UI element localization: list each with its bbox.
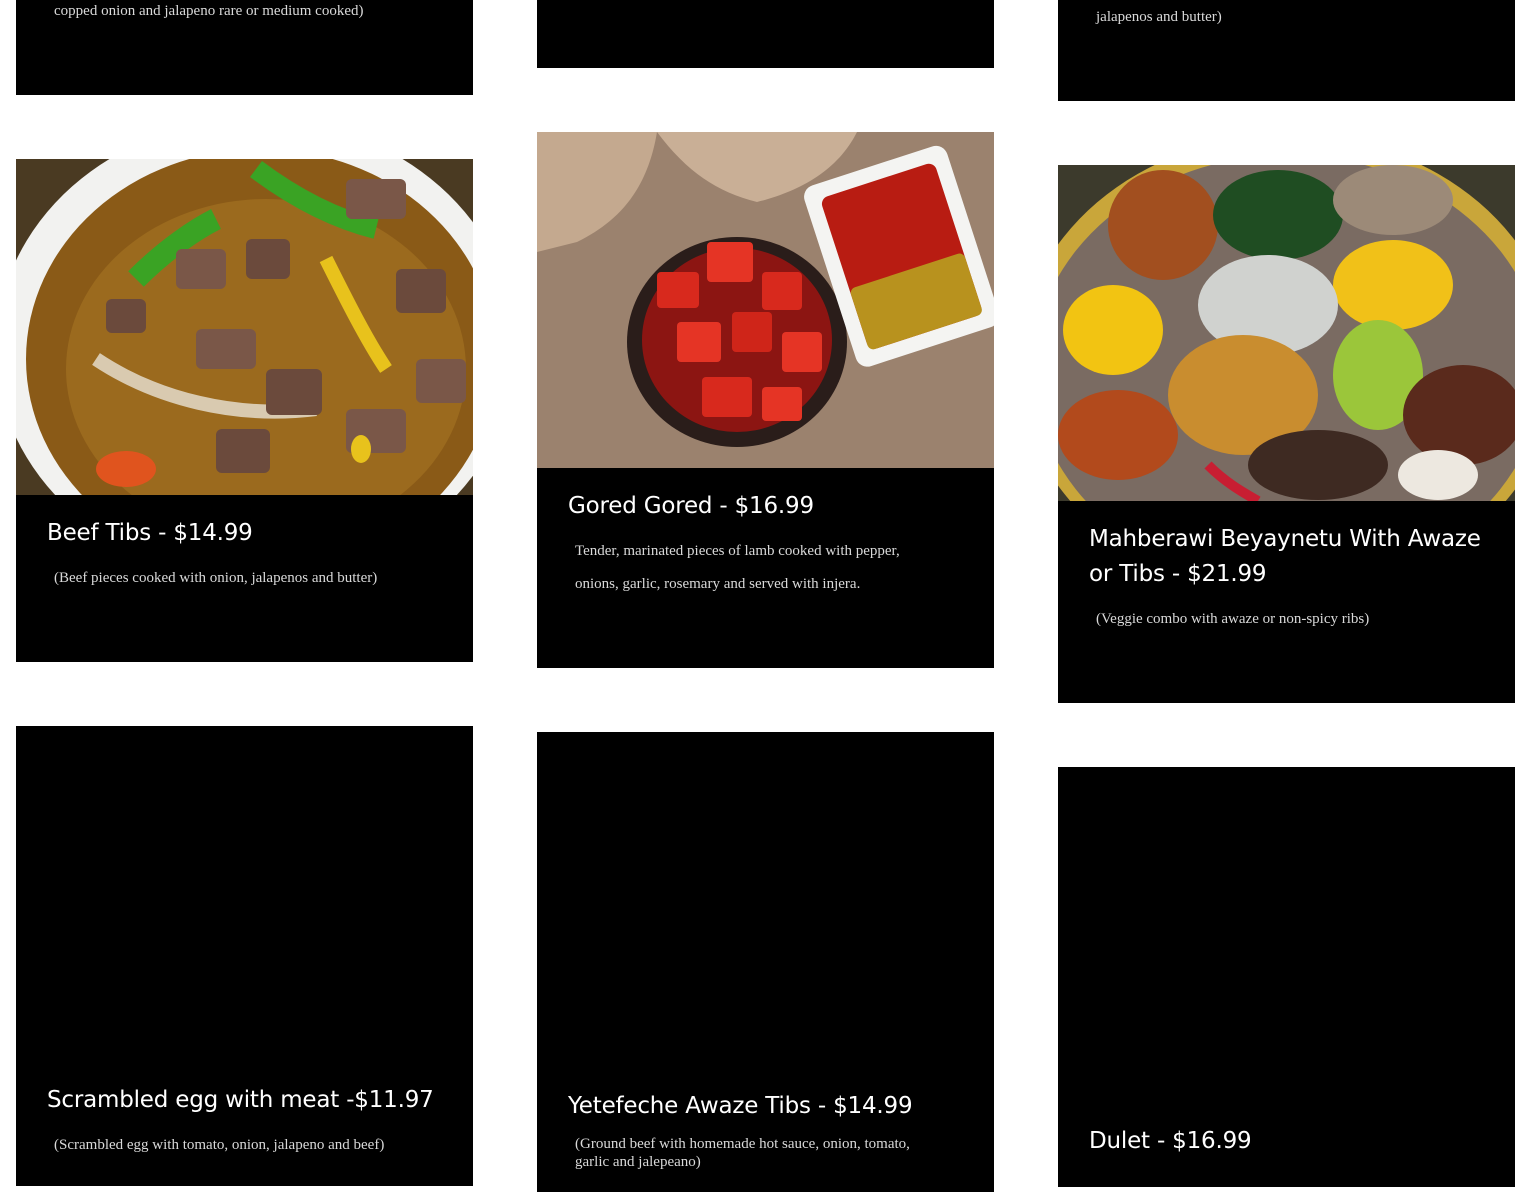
menu-item-description-line-2: onions, garlic, rosemary and served with… bbox=[575, 576, 861, 592]
menu-item-description: jalapenos and butter) bbox=[1096, 9, 1222, 25]
menu-card-scrambled-egg[interactable]: Scrambled egg with meat -$11.97 (Scrambl… bbox=[16, 726, 473, 1186]
beef-tibs-photo bbox=[16, 159, 473, 495]
gored-gored-photo bbox=[537, 132, 994, 468]
menu-card-top-3: jalapenos and butter) bbox=[1058, 0, 1515, 101]
menu-item-title: Gored Gored - $16.99 bbox=[568, 493, 814, 519]
menu-card-gored-gored[interactable]: Gored Gored - $16.99 Tender, marinated p… bbox=[537, 132, 994, 668]
menu-card-beef-tibs[interactable]: Beef Tibs - $14.99 (Beef pieces cooked w… bbox=[16, 159, 473, 662]
menu-item-description: (Veggie combo with awaze or non-spicy ri… bbox=[1096, 611, 1370, 627]
menu-item-description: (Scrambled egg with tomato, onion, jalap… bbox=[54, 1137, 385, 1153]
menu-item-description-line-1: Tender, marinated pieces of lamb cooked … bbox=[575, 543, 900, 559]
menu-item-description-line-2: garlic and jalepeano) bbox=[575, 1154, 701, 1170]
menu-item-description: (Beef pieces cooked with onion, jalapeno… bbox=[54, 570, 378, 586]
menu-item-title: Yetefeche Awaze Tibs - $14.99 bbox=[568, 1093, 913, 1119]
menu-item-title: Scrambled egg with meat -$11.97 bbox=[47, 1087, 434, 1113]
menu-item-title-line-2: or Tibs - $21.99 bbox=[1089, 561, 1267, 587]
menu-item-description-line-1: (Ground beef with homemade hot sauce, on… bbox=[575, 1136, 910, 1152]
veggie-combo-photo bbox=[1058, 165, 1515, 501]
menu-card-top-1: copped onion and jalapeno rare or medium… bbox=[16, 0, 473, 95]
menu-item-title-line-1: Mahberawi Beyaynetu With Awaze bbox=[1089, 526, 1481, 552]
menu-card-dulet[interactable]: Dulet - $16.99 bbox=[1058, 767, 1515, 1187]
menu-item-description: copped onion and jalapeno rare or medium… bbox=[54, 3, 364, 19]
menu-item-title: Beef Tibs - $14.99 bbox=[47, 520, 253, 546]
menu-item-title: Dulet - $16.99 bbox=[1089, 1128, 1252, 1154]
menu-card-mahberawi-beyaynetu[interactable]: Mahberawi Beyaynetu With Awaze or Tibs -… bbox=[1058, 165, 1515, 703]
menu-card-top-2 bbox=[537, 0, 994, 68]
menu-card-yetefeche-awaze-tibs[interactable]: Yetefeche Awaze Tibs - $14.99 (Ground be… bbox=[537, 732, 994, 1192]
